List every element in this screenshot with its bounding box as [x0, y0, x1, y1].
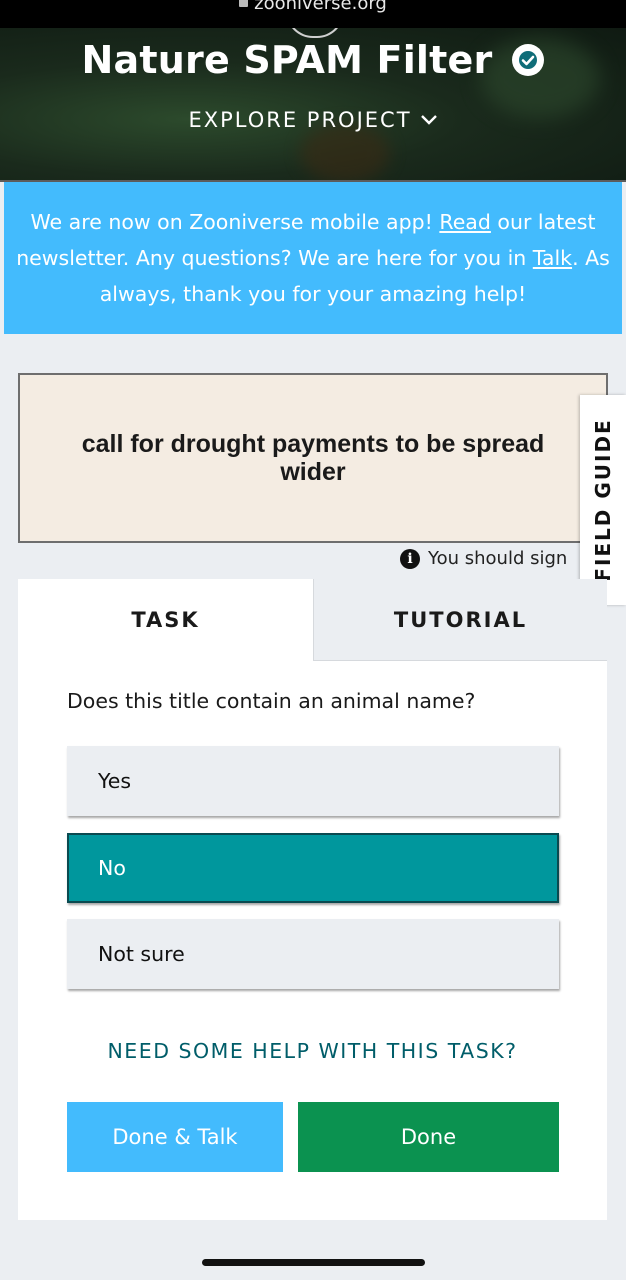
browser-url: zooniverse.org — [254, 0, 387, 14]
verified-check-icon — [512, 44, 545, 76]
classifier-task-panel: TASK TUTORIAL Does this title contain an… — [18, 579, 607, 1220]
answer-label: No — [98, 856, 126, 880]
browser-url-container: zooniverse.org — [0, 0, 626, 14]
explore-project-label: EXPLORE PROJECT — [188, 108, 412, 132]
answer-label: Yes — [98, 769, 132, 793]
project-avatar[interactable] — [286, 28, 344, 38]
project-title[interactable]: Nature SPAM Filter — [82, 38, 493, 82]
subject-viewer[interactable]: call for drought payments to be spread w… — [18, 373, 608, 543]
announcement-banner: We are now on Zooniverse mobile app! Rea… — [4, 182, 622, 334]
done-label: Done — [400, 1125, 457, 1149]
field-guide-label: FIELD GUIDE — [591, 418, 615, 582]
project-title-row: Nature SPAM Filter — [0, 38, 626, 82]
tab-task[interactable]: TASK — [18, 579, 313, 661]
sign-in-notice: i You should sign — [400, 548, 567, 569]
banner-talk-link[interactable]: Talk — [533, 246, 572, 270]
task-help-link[interactable]: NEED SOME HELP WITH THIS TASK? — [18, 1039, 607, 1063]
tab-tutorial[interactable]: TUTORIAL — [313, 579, 607, 661]
lock-icon — [239, 0, 249, 7]
project-header: Nature SPAM Filter EXPLORE PROJECT — [0, 28, 626, 182]
info-icon: i — [400, 549, 420, 569]
home-indicator[interactable] — [202, 1259, 425, 1266]
done-and-talk-button[interactable]: Done & Talk — [67, 1102, 283, 1172]
task-question: Does this title contain an animal name? — [67, 689, 476, 713]
field-guide-tab[interactable]: FIELD GUIDE — [580, 395, 626, 605]
answer-yes[interactable]: Yes — [67, 746, 559, 816]
subject-text: call for drought payments to be spread w… — [81, 430, 545, 486]
banner-read-link[interactable]: Read — [439, 210, 491, 234]
banner-text-start: We are now on Zooniverse mobile app! — [30, 210, 440, 234]
sign-in-notice-text: You should sign — [428, 548, 568, 569]
done-and-talk-label: Done & Talk — [112, 1125, 238, 1149]
explore-project-menu[interactable]: EXPLORE PROJECT — [0, 106, 626, 132]
chevron-down-icon — [420, 106, 438, 130]
tab-task-label: TASK — [131, 608, 200, 632]
answer-label: Not sure — [98, 942, 185, 966]
answer-no[interactable]: No — [67, 833, 559, 903]
answer-not-sure[interactable]: Not sure — [67, 919, 559, 989]
done-button[interactable]: Done — [298, 1102, 559, 1172]
tab-tutorial-label: TUTORIAL — [393, 607, 528, 632]
browser-address-bar[interactable]: zooniverse.org — [0, 0, 626, 28]
